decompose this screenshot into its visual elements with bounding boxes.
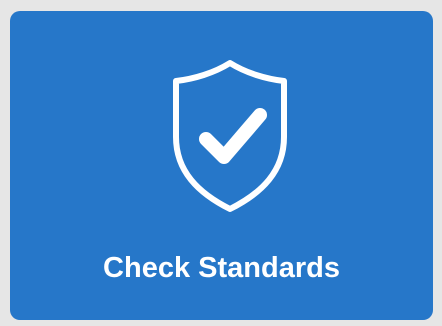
check-standards-button[interactable]: Check Standards (10, 11, 433, 320)
tile-label: Check Standards (103, 252, 340, 284)
shield-check-icon (170, 59, 290, 215)
